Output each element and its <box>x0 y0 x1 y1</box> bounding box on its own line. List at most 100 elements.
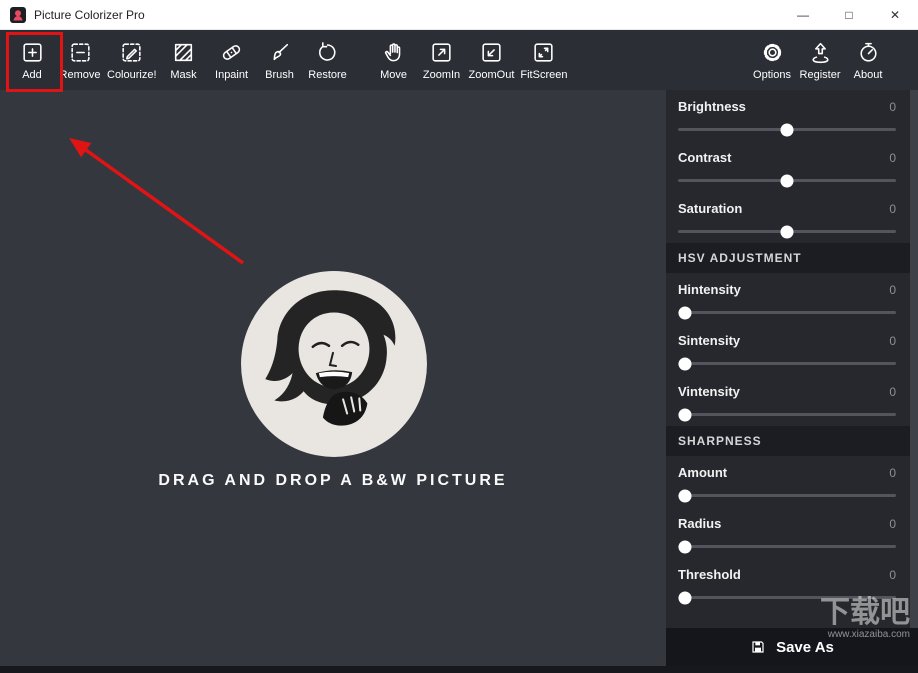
about-icon <box>856 39 881 65</box>
radius-slider-track[interactable] <box>678 545 896 548</box>
contrast-slider-row: Contrast0 <box>666 141 910 182</box>
sintensity-slider-track[interactable] <box>678 362 896 365</box>
sharpness-header: SHARPNESS <box>666 426 910 456</box>
inpaint-icon <box>219 39 244 65</box>
radius-value: 0 <box>889 517 896 531</box>
about-label: About <box>854 69 883 81</box>
toolbar-group-file: AddRemoveColourize! Mask Inpaint Brush Resto… <box>8 39 352 81</box>
register-label: Register <box>800 69 841 81</box>
zoomin-button[interactable]: ZoomIn <box>418 39 466 81</box>
radius-label: Radius <box>678 516 721 531</box>
about-button[interactable]: About <box>844 39 892 81</box>
maximize-button[interactable]: □ <box>826 0 872 30</box>
vintensity-label: Vintensity <box>678 384 740 399</box>
sintensity-slider-thumb[interactable] <box>679 357 692 370</box>
threshold-value: 0 <box>889 568 896 582</box>
add-icon <box>20 39 45 65</box>
window-controls: — □ ✕ <box>780 0 918 30</box>
threshold-slider-row: Threshold 0 <box>666 558 910 599</box>
hintensity-slider-row: Hintensity 0 <box>666 273 910 314</box>
contrast-label: Contrast <box>678 150 731 165</box>
hintensity-slider-track[interactable] <box>678 311 896 314</box>
zoom-in-icon <box>429 39 454 65</box>
radius-slider-row: Radius 0 <box>666 507 910 548</box>
brush-icon <box>267 39 292 65</box>
saturation-slider-thumb[interactable] <box>781 225 794 238</box>
amount-slider-thumb[interactable] <box>679 489 692 502</box>
contrast-slider-thumb[interactable] <box>781 174 794 187</box>
threshold-slider-track[interactable] <box>678 596 896 599</box>
remove-button[interactable]: Remove <box>56 39 104 81</box>
brightness-slider-row: Brightness 0 <box>666 90 910 131</box>
bottom-bar <box>0 666 918 673</box>
register-icon <box>808 39 833 65</box>
mask-icon <box>171 39 196 65</box>
register-button[interactable]: Register <box>796 39 844 81</box>
options-label: Options <box>753 69 791 81</box>
brush-label: Brush <box>265 69 294 81</box>
brightness-slider-thumb[interactable] <box>781 123 794 136</box>
hintensity-slider-thumb[interactable] <box>679 306 692 319</box>
hintensity-value: 0 <box>889 283 896 297</box>
restore-button[interactable]: Restore <box>304 39 352 81</box>
add-button[interactable]: Add <box>8 39 56 81</box>
hand-icon <box>381 39 406 65</box>
hintensity-label: Hintensity <box>678 282 741 297</box>
toolbar: AddRemoveColourize! Mask Inpaint Brush Resto… <box>0 30 918 90</box>
remove-icon <box>68 39 93 65</box>
brightness-value: 0 <box>889 100 896 114</box>
brightness-label: Brightness <box>678 99 746 114</box>
saturation-slider-track[interactable] <box>678 230 896 233</box>
sintensity-slider-row: Sintensity0 <box>666 324 910 365</box>
vintensity-slider-thumb[interactable] <box>679 408 692 421</box>
save-as-button[interactable]: Save As <box>666 628 918 666</box>
titlebar: Picture Colorizer Pro — □ ✕ <box>0 0 918 30</box>
amount-slider-track[interactable] <box>678 494 896 497</box>
gear-icon <box>760 39 785 65</box>
fit-screen-icon <box>531 39 556 65</box>
inpaint-button[interactable]: Inpaint <box>208 39 256 81</box>
radius-slider-thumb[interactable] <box>679 540 692 553</box>
saturation-value: 0 <box>889 202 896 216</box>
zoom-out-icon <box>479 39 504 65</box>
brush-button[interactable]: Brush <box>256 39 304 81</box>
zoomout-label: ZoomOut <box>469 69 515 81</box>
colorize-icon <box>119 39 144 65</box>
drop-hint-text: DRAG AND DROP A B&W PICTURE <box>0 472 666 490</box>
fitscreen-label: FitScreen <box>520 69 567 81</box>
amount-value: 0 <box>889 466 896 480</box>
threshold-label: Threshold <box>678 567 741 582</box>
toolbar-group-app: Options Register About <box>748 39 892 81</box>
app-window: Picture Colorizer Pro — □ ✕ AddRemoveCol… <box>0 0 918 673</box>
save-as-label: Save As <box>776 639 834 656</box>
preview-image <box>238 268 430 460</box>
app-icon <box>10 7 26 23</box>
hsv-adjustment-header: HSV ADJUSTMENT <box>666 243 910 273</box>
toolbar-group-view: Move ZoomInZoomOut FitScreen <box>370 39 571 81</box>
fitscreen-button[interactable]: FitScreen <box>517 39 570 81</box>
mask-label: Mask <box>170 69 196 81</box>
options-button[interactable]: Options <box>748 39 796 81</box>
panel-scrollbar[interactable] <box>910 90 918 628</box>
save-icon <box>750 639 766 655</box>
colorize-label: Colourize! <box>107 69 157 81</box>
contrast-slider-track[interactable] <box>678 179 896 182</box>
mask-button[interactable]: Mask <box>160 39 208 81</box>
move-label: Move <box>380 69 407 81</box>
threshold-slider-thumb[interactable] <box>679 591 692 604</box>
zoomout-button[interactable]: ZoomOut <box>466 39 518 81</box>
minimize-button[interactable]: — <box>780 0 826 30</box>
adjustment-panel: Brightness0Contrast0Saturation0HSV ADJUS… <box>666 90 910 666</box>
close-button[interactable]: ✕ <box>872 0 918 30</box>
canvas-drop-area[interactable]: DRAG AND DROP A B&W PICTURE <box>0 90 666 666</box>
move-button[interactable]: Move <box>370 39 418 81</box>
saturation-label: Saturation <box>678 201 742 216</box>
amount-slider-row: Amount0 <box>666 456 910 497</box>
colorize-button[interactable]: Colourize! <box>104 39 160 81</box>
inpaint-label: Inpaint <box>215 69 248 81</box>
saturation-slider-row: Saturation 0 <box>666 192 910 233</box>
restore-label: Restore <box>308 69 347 81</box>
brightness-slider-track[interactable] <box>678 128 896 131</box>
vintensity-slider-track[interactable] <box>678 413 896 416</box>
vintensity-value: 0 <box>889 385 896 399</box>
